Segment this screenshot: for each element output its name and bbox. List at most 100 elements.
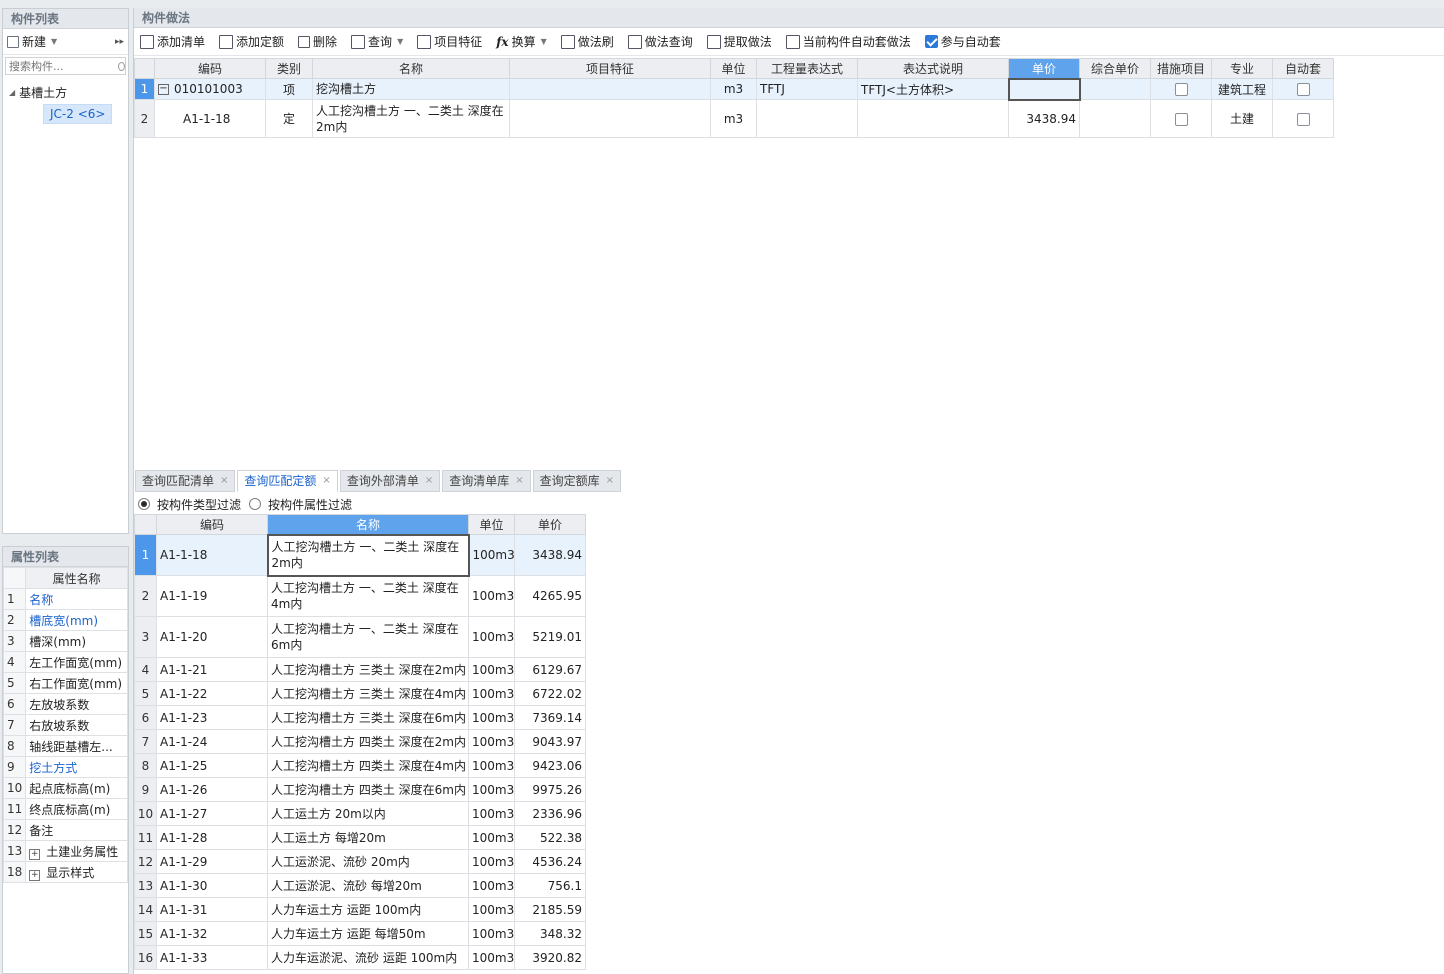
quota-row[interactable]: 4 A1-1-21 人工挖沟槽土方 三类土 深度在2m内 100m3 6129.67 [134, 657, 586, 682]
quota-row[interactable]: 6 A1-1-23 人工挖沟槽土方 三类土 深度在6m内 100m3 7369.14 [134, 705, 586, 730]
quota-price-cell[interactable]: 3438.94 [514, 534, 586, 576]
quota-row-num[interactable]: 9 [134, 777, 157, 802]
method-header-col[interactable]: 自动套 [1272, 58, 1334, 79]
quota-name-cell[interactable]: 人工运淤泥、流砂 20m内 [267, 849, 469, 874]
checkbox-icon[interactable] [1296, 83, 1310, 96]
quota-unit-cell[interactable]: 100m3 [468, 616, 515, 658]
property-row[interactable]: 5 右工作面宽(mm) [3, 672, 128, 694]
method-major-cell[interactable]: 土建 [1211, 99, 1273, 138]
quota-price-cell[interactable]: 2185.59 [514, 897, 586, 922]
quota-code-cell[interactable]: A1-1-25 [156, 753, 268, 778]
method-row[interactable]: 2 A1-1-18 定人工挖沟槽土方 一、二类土 深度在2m内 m3 3438.94 土建 [134, 99, 1334, 138]
quota-price-cell[interactable]: 9975.26 [514, 777, 586, 802]
property-row[interactable]: 11 终点底标高(m) [3, 798, 128, 820]
method-feature-cell[interactable] [509, 99, 711, 138]
quota-name-cell[interactable]: 人工运淤泥、流砂 每增20m [267, 873, 469, 898]
quota-header-col[interactable]: 编码 [156, 514, 268, 535]
method-code-cell[interactable]: A1-1-18 [154, 99, 266, 138]
quota-row-num[interactable]: 11 [134, 825, 157, 850]
method-code-cell[interactable]: −010101003 [154, 78, 266, 100]
add-list-button[interactable]: 添加清单 [140, 33, 205, 50]
radio-empty-icon[interactable] [249, 498, 262, 510]
property-row-name[interactable]: + 显示样式 [25, 861, 128, 883]
method-type-cell[interactable]: 项 [265, 78, 313, 100]
add-quota-button[interactable]: 添加定额 [219, 33, 284, 50]
quota-price-cell[interactable]: 756.1 [514, 873, 586, 898]
property-row[interactable]: 3 槽深(mm) [3, 630, 128, 652]
property-row[interactable]: 6 左放坡系数 [3, 693, 128, 715]
quota-price-cell[interactable]: 5219.01 [514, 616, 586, 658]
property-row[interactable]: 13 + 土建业务属性 [3, 840, 128, 862]
property-row[interactable]: 18 + 显示样式 [3, 861, 128, 883]
quota-name-cell[interactable]: 人力车运淤泥、流砂 运距 100m内 [267, 945, 469, 970]
close-icon[interactable]: × [220, 471, 228, 491]
method-expr-desc-cell[interactable] [857, 99, 1009, 138]
tree-node-child[interactable]: JC-2 <6> [9, 103, 122, 125]
property-row-name[interactable]: 终点底标高(m) [25, 798, 128, 820]
quota-code-cell[interactable]: A1-1-33 [156, 945, 268, 970]
quota-row[interactable]: 10 A1-1-27 人工运土方 20m以内 100m3 2336.96 [134, 801, 586, 826]
checkbox-checked-icon[interactable] [924, 35, 938, 48]
quota-price-cell[interactable]: 2336.96 [514, 801, 586, 826]
method-price-cell[interactable] [1007, 77, 1081, 101]
extract-method-button[interactable]: 提取做法 [706, 33, 772, 50]
quota-unit-cell[interactable]: 100m3 [468, 897, 515, 922]
quota-code-cell[interactable]: A1-1-32 [156, 921, 268, 946]
quota-row[interactable]: 3 A1-1-20 人工挖沟槽土方 一、二类土 深度在6m内 100m3 5219.01 [134, 616, 586, 658]
new-component-button[interactable]: 新建 ▼ [7, 33, 57, 50]
quota-row-num[interactable]: 15 [134, 921, 157, 946]
property-row-name[interactable]: 右放坡系数 [25, 714, 128, 736]
quota-row[interactable]: 7 A1-1-24 人工挖沟槽土方 四类土 深度在2m内 100m3 9043.97 [134, 729, 586, 754]
method-query-button[interactable]: 做法查询 [627, 33, 693, 50]
property-row-name[interactable]: 右工作面宽(mm) [25, 672, 128, 694]
method-expr-desc-cell[interactable]: TFTJ<土方体积> [857, 78, 1009, 100]
quota-name-cell[interactable]: 人工运土方 每增20m [267, 825, 469, 850]
quota-unit-cell[interactable]: 100m3 [468, 753, 515, 778]
property-row-name[interactable]: 左放坡系数 [25, 693, 128, 715]
method-major-cell[interactable]: 建筑工程 [1211, 78, 1273, 100]
quota-header-col[interactable]: 名称 [267, 514, 469, 535]
method-auto-cell[interactable] [1272, 78, 1334, 100]
quota-code-cell[interactable]: A1-1-27 [156, 801, 268, 826]
property-row-name[interactable]: + 土建业务属性 [25, 840, 128, 862]
property-row-name[interactable]: 槽底宽(mm) [25, 609, 128, 631]
method-brush-button[interactable]: 做法刷 [560, 33, 614, 50]
checkbox-icon[interactable] [1296, 112, 1310, 126]
quota-name-cell[interactable]: 人力车运土方 运距 每增50m [267, 921, 469, 946]
quota-row[interactable]: 5 A1-1-22 人工挖沟槽土方 三类土 深度在4m内 100m3 6722.02 [134, 681, 586, 706]
method-feature-cell[interactable] [509, 78, 711, 100]
quota-price-cell[interactable]: 6722.02 [514, 681, 586, 706]
query-tab[interactable]: 查询清单库 × [442, 470, 531, 492]
method-measure-cell[interactable] [1150, 78, 1212, 100]
filter-by-type-radio[interactable]: 按构件类型过滤 [138, 496, 241, 513]
method-price-cell[interactable]: 3438.94 [1008, 99, 1080, 138]
query-tab[interactable]: 查询匹配定额 × [237, 470, 338, 492]
method-header-col[interactable]: 单价 [1008, 58, 1080, 79]
method-measure-cell[interactable] [1150, 99, 1212, 138]
quota-row[interactable]: 2 A1-1-19 人工挖沟槽土方 一、二类土 深度在4m内 100m3 4265.95 [134, 575, 586, 617]
method-header-col[interactable]: 工程量表达式 [756, 58, 858, 79]
quota-code-cell[interactable]: A1-1-26 [156, 777, 268, 802]
quota-name-cell[interactable]: 人工挖沟槽土方 三类土 深度在2m内 [267, 657, 469, 682]
method-expr-cell[interactable]: TFTJ [756, 78, 858, 100]
method-expr-cell[interactable] [756, 99, 858, 138]
property-row-name[interactable]: 槽深(mm) [25, 630, 128, 652]
method-row-num[interactable]: 2 [134, 99, 155, 138]
method-row-num[interactable]: 1 [134, 78, 155, 100]
quota-row[interactable]: 1 A1-1-18 人工挖沟槽土方 一、二类土 深度在2m内 100m3 3438.94 [134, 533, 586, 577]
quota-price-cell[interactable]: 522.38 [514, 825, 586, 850]
quota-row-num[interactable]: 13 [134, 873, 157, 898]
quota-price-cell[interactable]: 348.32 [514, 921, 586, 946]
close-icon[interactable]: × [425, 471, 433, 491]
quota-unit-cell[interactable]: 100m3 [468, 777, 515, 802]
quota-name-cell[interactable]: 人工挖沟槽土方 四类土 深度在4m内 [267, 753, 469, 778]
quota-code-cell[interactable]: A1-1-28 [156, 825, 268, 850]
quota-name-cell[interactable]: 人工挖沟槽土方 三类土 深度在4m内 [267, 681, 469, 706]
property-row-name[interactable]: 起点底标高(m) [25, 777, 128, 799]
quota-unit-cell[interactable]: 100m3 [468, 657, 515, 682]
quota-header-col[interactable]: 单价 [514, 514, 586, 535]
quota-row[interactable]: 15 A1-1-32 人力车运土方 运距 每增50m 100m3 348.32 [134, 921, 586, 946]
quota-name-cell[interactable]: 人工挖沟槽土方 一、二类土 深度在2m内 [266, 533, 470, 577]
quota-name-cell[interactable]: 人工挖沟槽土方 四类土 深度在2m内 [267, 729, 469, 754]
quota-price-cell[interactable]: 4536.24 [514, 849, 586, 874]
